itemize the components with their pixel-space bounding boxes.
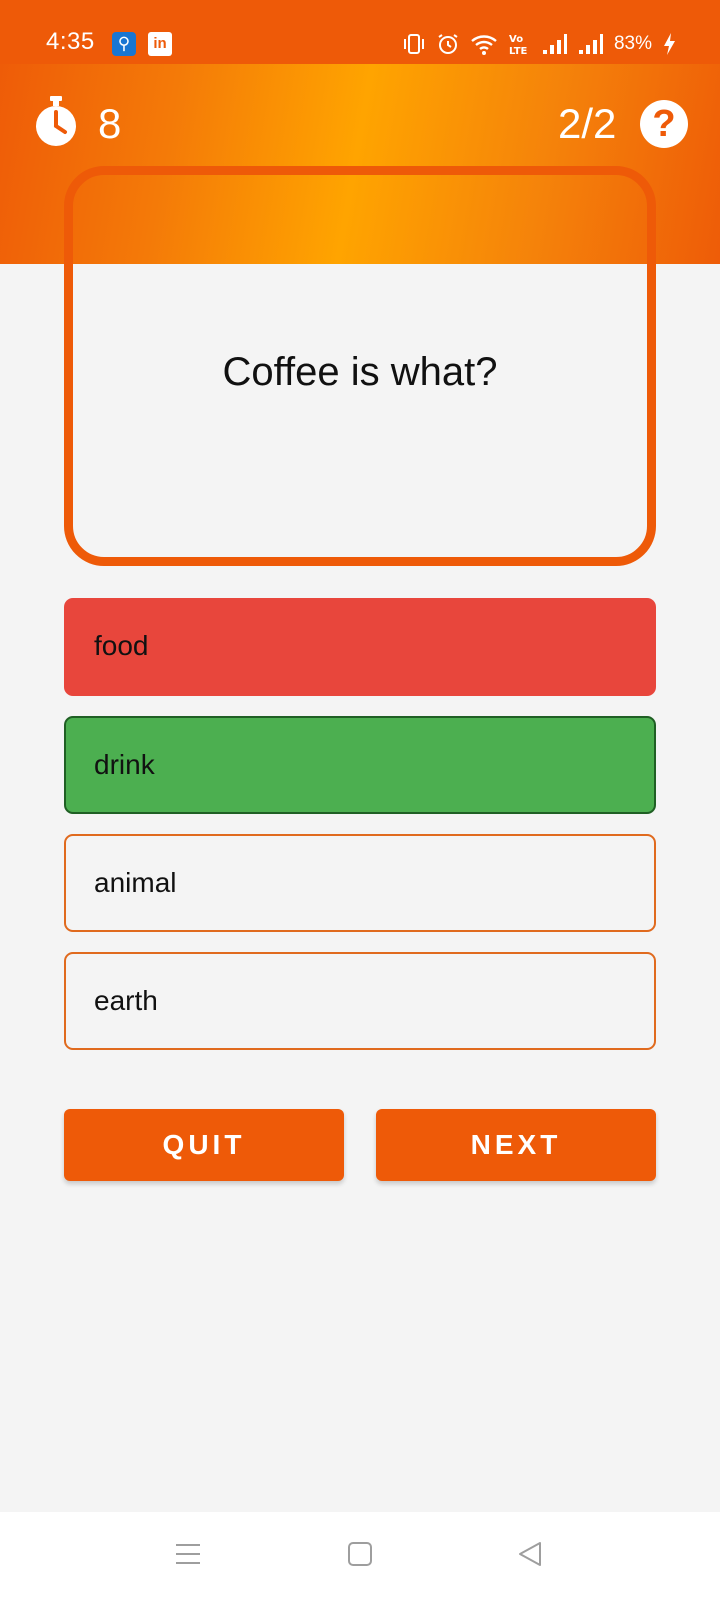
battery-level: 83%	[613, 33, 652, 54]
vibrate-icon	[403, 34, 424, 54]
question-text: Coffee is what?	[222, 350, 498, 394]
timer-count: 8	[98, 100, 122, 147]
alarm-icon	[438, 34, 458, 54]
wifi-icon	[471, 35, 497, 55]
back-icon[interactable]	[516, 1540, 544, 1568]
stopwatch-icon	[36, 96, 76, 146]
answer-option-earth[interactable]: earth	[64, 952, 656, 1050]
navigation-bar	[0, 1512, 720, 1600]
help-button[interactable]: ?	[640, 100, 688, 148]
signal-icon	[542, 34, 567, 54]
menu-icon[interactable]	[174, 1540, 202, 1568]
quit-button[interactable]: QUIT	[64, 1109, 344, 1181]
signal-icon	[578, 34, 603, 54]
next-button[interactable]: NEXT	[376, 1109, 656, 1181]
status-bar: 4:35 ⚲ in Vo LTE 83%	[0, 0, 720, 64]
status-time: 4:35	[46, 28, 95, 55]
answer-option-food[interactable]: food	[64, 598, 656, 696]
status-icons: Vo LTE 83%	[402, 30, 676, 58]
charging-icon	[664, 33, 675, 55]
home-icon[interactable]	[346, 1540, 374, 1568]
volte-icon: VoLTE	[509, 34, 528, 56]
linkedin-icon: in	[148, 32, 172, 56]
answer-option-drink[interactable]: drink	[64, 716, 656, 814]
question-progress: 2/2	[558, 100, 617, 147]
question-card: Coffee is what?	[64, 166, 656, 566]
svg-text:Vo: Vo	[509, 34, 523, 45]
svg-text:LTE: LTE	[509, 46, 528, 56]
usb-debug-icon: ⚲	[112, 32, 136, 56]
answer-option-animal[interactable]: animal	[64, 834, 656, 932]
